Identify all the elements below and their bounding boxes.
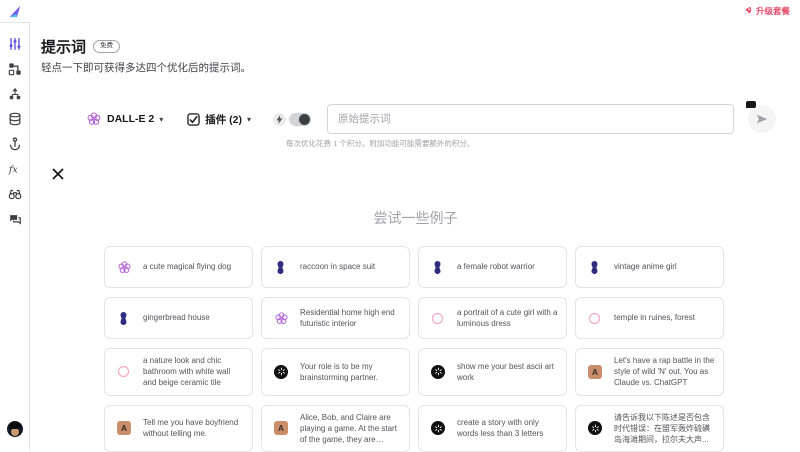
example-card[interactable]: a portrait of a cute girl with a luminou… bbox=[418, 297, 567, 339]
examples-grid: a cute magical flying dog raccoon in spa… bbox=[104, 246, 726, 452]
avatar-face bbox=[11, 428, 19, 436]
claude-icon: A bbox=[588, 365, 614, 379]
example-text: gingerbread house bbox=[143, 312, 210, 323]
examples-heading: 尝试一些例子 bbox=[31, 208, 800, 228]
example-text: create a story with only words less than… bbox=[457, 417, 558, 439]
workflow-icon[interactable] bbox=[8, 62, 22, 76]
dalle-icon bbox=[274, 311, 300, 326]
plugins-label: 插件 (2) bbox=[205, 112, 242, 127]
rocket-icon bbox=[743, 6, 753, 16]
chatgpt-icon bbox=[274, 365, 300, 379]
example-text: temple in ruines, forest bbox=[614, 312, 695, 323]
example-card[interactable]: A Alice, Bob, and Claire are playing a g… bbox=[261, 405, 410, 452]
example-card[interactable]: 请告诉我以下陈述是否包含时代错误：在盟军轰炸硫磺岛海滩期间，拉尔夫大声... bbox=[575, 405, 724, 452]
example-card[interactable]: raccoon in space suit bbox=[261, 246, 410, 288]
example-text: show me your best ascii art work bbox=[457, 361, 558, 383]
credit-helper-text: 每次优化花费 1 个积分。附加功能可能需要额外的积分。 bbox=[286, 138, 474, 149]
free-badge: 免费 bbox=[93, 40, 120, 52]
chat-icon[interactable] bbox=[8, 212, 22, 226]
stable-diffusion-icon bbox=[431, 260, 457, 275]
prompt-input[interactable] bbox=[327, 104, 734, 134]
toggle-knob bbox=[299, 114, 310, 125]
example-text: Tell me you have boyfriend without telli… bbox=[143, 417, 244, 439]
example-text: Your role is to be my brainstorming part… bbox=[300, 361, 401, 383]
plugins-select[interactable]: 插件 (2) ▾ bbox=[187, 112, 251, 127]
binoculars-icon[interactable] bbox=[8, 187, 22, 201]
example-text: a portrait of a cute girl with a luminou… bbox=[457, 307, 558, 329]
chevron-down-icon: ▾ bbox=[247, 115, 251, 124]
database-icon[interactable] bbox=[8, 112, 22, 126]
send-icon bbox=[755, 112, 769, 126]
example-card[interactable]: a nature look and chic bathroom with whi… bbox=[104, 348, 253, 396]
svg-text:fx: fx bbox=[8, 165, 18, 176]
boost-toggle-group[interactable] bbox=[273, 113, 311, 126]
boost-toggle[interactable] bbox=[289, 113, 311, 126]
model-select[interactable]: DALL-E 2 ▾ bbox=[86, 111, 163, 127]
chatgpt-icon bbox=[431, 421, 457, 435]
credit-cost-badge bbox=[746, 101, 756, 108]
lexica-icon bbox=[431, 312, 457, 325]
example-card[interactable]: a female robot warrior bbox=[418, 246, 567, 288]
example-card[interactable]: Your role is to be my brainstorming part… bbox=[261, 348, 410, 396]
send-button[interactable] bbox=[748, 105, 776, 133]
close-examples-button[interactable] bbox=[51, 168, 65, 182]
main-content: 提示词 免费 轻点一下即可获得多达四个优化后的提示词。 DALL-E 2 ▾ 插… bbox=[31, 22, 800, 450]
promptperfect-logo[interactable] bbox=[8, 4, 23, 19]
composer-row: DALL-E 2 ▾ 插件 (2) ▾ bbox=[86, 104, 776, 134]
chevron-down-icon: ▾ bbox=[159, 115, 163, 124]
close-icon bbox=[52, 168, 64, 180]
model-label: DALL-E 2 bbox=[107, 113, 154, 125]
example-card[interactable]: temple in ruines, forest bbox=[575, 297, 724, 339]
example-card[interactable]: gingerbread house bbox=[104, 297, 253, 339]
upgrade-plan-label: 升级套餐 bbox=[756, 5, 790, 17]
example-text: vintage anime girl bbox=[614, 261, 677, 272]
user-avatar[interactable] bbox=[7, 421, 23, 437]
claude-icon: A bbox=[274, 421, 300, 435]
page-subtitle: 轻点一下即可获得多达四个优化后的提示词。 bbox=[41, 60, 251, 75]
lexica-icon bbox=[588, 312, 614, 325]
lightning-icon bbox=[273, 113, 286, 126]
page-title-row: 提示词 免费 bbox=[41, 36, 120, 57]
agents-tree-icon[interactable] bbox=[8, 87, 22, 101]
send-button-wrap bbox=[748, 105, 776, 133]
function-icon[interactable]: fx bbox=[8, 162, 22, 176]
prompt-optimizer-icon[interactable] bbox=[8, 37, 22, 51]
dalle-icon bbox=[117, 260, 143, 275]
claude-icon: A bbox=[117, 421, 143, 435]
example-text: Alice, Bob, and Claire are playing a gam… bbox=[300, 412, 401, 446]
sidebar: fx bbox=[0, 22, 30, 450]
dalle-logo-icon bbox=[86, 111, 102, 127]
chatgpt-icon bbox=[588, 421, 614, 435]
example-card[interactable]: create a story with only words less than… bbox=[418, 405, 567, 452]
example-text: raccoon in space suit bbox=[300, 261, 375, 272]
stable-diffusion-icon bbox=[274, 260, 300, 275]
stable-diffusion-icon bbox=[588, 260, 614, 275]
example-text: Residential home high end futuristic int… bbox=[300, 307, 401, 329]
stable-diffusion-icon bbox=[117, 311, 143, 326]
topbar: 升级套餐 bbox=[0, 0, 800, 22]
example-text: a nature look and chic bathroom with whi… bbox=[143, 355, 244, 389]
avatar-hair bbox=[9, 422, 21, 429]
upgrade-plan-button[interactable]: 升级套餐 bbox=[743, 5, 790, 17]
lexica-icon bbox=[117, 365, 143, 378]
chatgpt-icon bbox=[431, 365, 457, 379]
hook-icon[interactable] bbox=[8, 137, 22, 151]
example-card[interactable]: vintage anime girl bbox=[575, 246, 724, 288]
example-text: Let's have a rap battle in the style of … bbox=[614, 355, 715, 389]
example-text: 请告诉我以下陈述是否包含时代错误：在盟军轰炸硫磺岛海滩期间，拉尔夫大声... bbox=[614, 412, 715, 446]
example-card[interactable]: Residential home high end futuristic int… bbox=[261, 297, 410, 339]
example-card[interactable]: A Tell me you have boyfriend without tel… bbox=[104, 405, 253, 452]
checkbox-checked-icon[interactable] bbox=[187, 113, 200, 126]
example-card[interactable]: a cute magical flying dog bbox=[104, 246, 253, 288]
page-title: 提示词 bbox=[41, 36, 86, 57]
example-card[interactable]: A Let's have a rap battle in the style o… bbox=[575, 348, 724, 396]
example-text: a cute magical flying dog bbox=[143, 261, 231, 272]
example-text: a female robot warrior bbox=[457, 261, 535, 272]
example-card[interactable]: show me your best ascii art work bbox=[418, 348, 567, 396]
